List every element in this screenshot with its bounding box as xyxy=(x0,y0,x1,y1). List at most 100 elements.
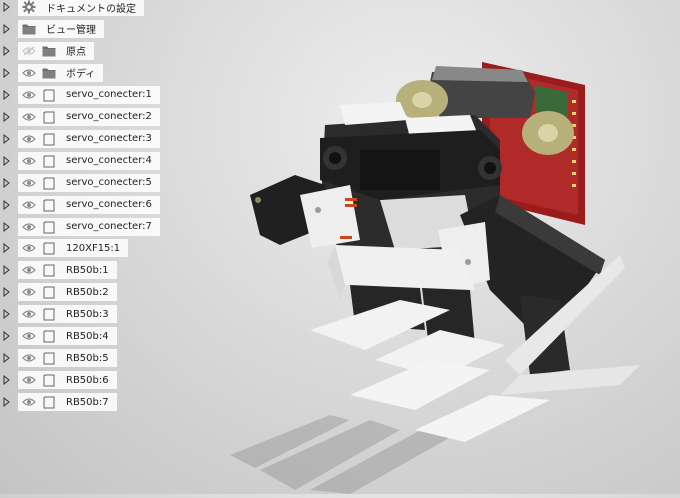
component-icon xyxy=(40,174,58,192)
browser-node[interactable]: ドキュメントの設定 xyxy=(0,0,144,17)
visibility-eye-icon[interactable] xyxy=(20,283,38,301)
visibility-eye-icon[interactable] xyxy=(20,327,38,345)
expand-arrow-icon[interactable] xyxy=(1,304,11,324)
browser-node[interactable]: servo_conecter:4 xyxy=(0,151,160,171)
visibility-eye-icon[interactable] xyxy=(20,393,38,411)
browser-node[interactable]: RB50b:6 xyxy=(0,370,117,390)
expand-arrow-icon[interactable] xyxy=(1,41,11,61)
component-icon xyxy=(40,349,58,367)
browser-node-label: RB50b:5 xyxy=(66,352,109,364)
expand-arrow-icon[interactable] xyxy=(1,217,11,237)
browser-node[interactable]: 原点 xyxy=(0,41,94,61)
component-icon xyxy=(40,152,58,170)
browser-node[interactable]: 120XF15:1 xyxy=(0,238,129,258)
browser-node-label: servo_conecter:7 xyxy=(66,221,152,232)
visibility-eye-icon[interactable] xyxy=(20,64,38,82)
expand-arrow-icon[interactable] xyxy=(1,0,11,17)
browser-node[interactable]: RB50b:2 xyxy=(0,282,117,302)
browser-node-label-box[interactable]: servo_conecter:3 xyxy=(18,129,160,148)
browser-node-label-box[interactable]: RB50b:7 xyxy=(18,393,117,412)
gear-icon xyxy=(20,0,38,16)
browser-node-label-box[interactable]: ビュー管理 xyxy=(18,19,104,38)
visibility-eye-icon[interactable] xyxy=(20,174,38,192)
expand-arrow-icon[interactable] xyxy=(1,238,11,258)
browser-node-label-box[interactable]: servo_conecter:6 xyxy=(18,195,160,214)
browser-node-label: servo_conecter:3 xyxy=(66,133,152,145)
browser-node-label: servo_conecter:4 xyxy=(66,155,152,167)
browser-node-label-box[interactable]: servo_conecter:1 xyxy=(18,85,160,104)
browser-node-label-box[interactable]: RB50b:2 xyxy=(18,283,117,302)
browser-node[interactable]: servo_conecter:1 xyxy=(0,85,160,105)
browser-node[interactable]: RB50b:4 xyxy=(0,326,117,346)
visibility-eye-icon[interactable] xyxy=(20,108,38,126)
expand-arrow-icon[interactable] xyxy=(1,326,11,346)
browser-node-label-box[interactable]: RB50b:3 xyxy=(18,305,117,324)
visibility-eye-icon[interactable] xyxy=(20,218,38,236)
component-icon xyxy=(40,196,58,214)
browser-node[interactable]: servo_conecter:3 xyxy=(0,129,160,149)
browser-node-label-box[interactable]: RB50b:4 xyxy=(18,327,117,346)
visibility-eye-icon[interactable] xyxy=(20,152,38,170)
visibility-eye-icon[interactable] xyxy=(20,371,38,389)
browser-node[interactable]: RB50b:5 xyxy=(0,348,117,368)
visibility-eye-icon[interactable] xyxy=(20,239,38,257)
browser-node[interactable]: RB50b:1 xyxy=(0,260,117,280)
expand-arrow-icon[interactable] xyxy=(1,63,11,83)
expand-arrow-icon[interactable] xyxy=(1,151,11,171)
robot-model[interactable] xyxy=(200,0,680,494)
browser-node-label-box[interactable]: RB50b:1 xyxy=(18,261,117,280)
browser-node-label-box[interactable]: 原点 xyxy=(18,41,94,60)
browser-node-label: RB50b:3 xyxy=(66,308,109,320)
component-icon xyxy=(40,86,58,104)
browser-node-label: 120XF15:1 xyxy=(66,242,121,254)
folder-icon xyxy=(20,20,38,38)
component-icon xyxy=(40,239,58,257)
component-icon xyxy=(40,108,58,126)
browser-node[interactable]: servo_conecter:7 xyxy=(0,217,160,237)
expand-arrow-icon[interactable] xyxy=(1,173,11,193)
folder-icon xyxy=(40,42,58,60)
visibility-eye-icon[interactable] xyxy=(20,42,38,60)
browser-node-label-box[interactable]: servo_conecter:5 xyxy=(18,173,160,192)
browser-node-label-box[interactable]: 120XF15:1 xyxy=(18,239,129,258)
browser-node-label: servo_conecter:1 xyxy=(66,89,152,101)
expand-arrow-icon[interactable] xyxy=(1,348,11,368)
browser-node-label-box[interactable]: RB50b:6 xyxy=(18,371,117,390)
expand-arrow-icon[interactable] xyxy=(1,260,11,280)
visibility-eye-icon[interactable] xyxy=(20,261,38,279)
expand-arrow-icon[interactable] xyxy=(1,195,11,215)
expand-arrow-icon[interactable] xyxy=(1,282,11,302)
visibility-eye-icon[interactable] xyxy=(20,196,38,214)
3d-viewport[interactable] xyxy=(200,0,680,494)
browser-node[interactable]: ビュー管理 xyxy=(0,19,104,39)
expand-arrow-icon[interactable] xyxy=(1,370,11,390)
component-icon xyxy=(40,283,58,301)
browser-node[interactable]: servo_conecter:5 xyxy=(0,173,160,193)
browser-node-label: servo_conecter:6 xyxy=(66,199,152,211)
expand-arrow-icon[interactable] xyxy=(1,19,11,39)
component-icon xyxy=(40,371,58,389)
browser-node-label-box[interactable]: servo_conecter:2 xyxy=(18,107,160,126)
visibility-eye-icon[interactable] xyxy=(20,86,38,104)
browser-node-label: 原点 xyxy=(66,47,86,59)
expand-arrow-icon[interactable] xyxy=(1,129,11,149)
browser-node-label: RB50b:4 xyxy=(66,330,109,342)
browser-node-label-box[interactable]: servo_conecter:4 xyxy=(18,151,160,170)
browser-node[interactable]: servo_conecter:2 xyxy=(0,107,160,127)
visibility-eye-icon[interactable] xyxy=(20,305,38,323)
browser-node-label-box[interactable]: ボディ xyxy=(18,63,104,82)
visibility-eye-icon[interactable] xyxy=(20,349,38,367)
browser-node[interactable]: RB50b:3 xyxy=(0,304,117,324)
browser-node-label-box[interactable]: ドキュメントの設定 xyxy=(18,0,144,16)
browser-node-label: RB50b:6 xyxy=(66,374,109,386)
expand-arrow-icon[interactable] xyxy=(1,107,11,127)
browser-node-label: RB50b:2 xyxy=(66,286,109,298)
browser-node[interactable]: servo_conecter:6 xyxy=(0,195,160,215)
visibility-eye-icon[interactable] xyxy=(20,130,38,148)
browser-node-label-box[interactable]: servo_conecter:7 xyxy=(18,217,160,236)
browser-node[interactable]: RB50b:7 xyxy=(0,392,117,412)
expand-arrow-icon[interactable] xyxy=(1,85,11,105)
expand-arrow-icon[interactable] xyxy=(1,392,11,412)
browser-node-label-box[interactable]: RB50b:5 xyxy=(18,349,117,368)
browser-node[interactable]: ボディ xyxy=(0,63,104,83)
